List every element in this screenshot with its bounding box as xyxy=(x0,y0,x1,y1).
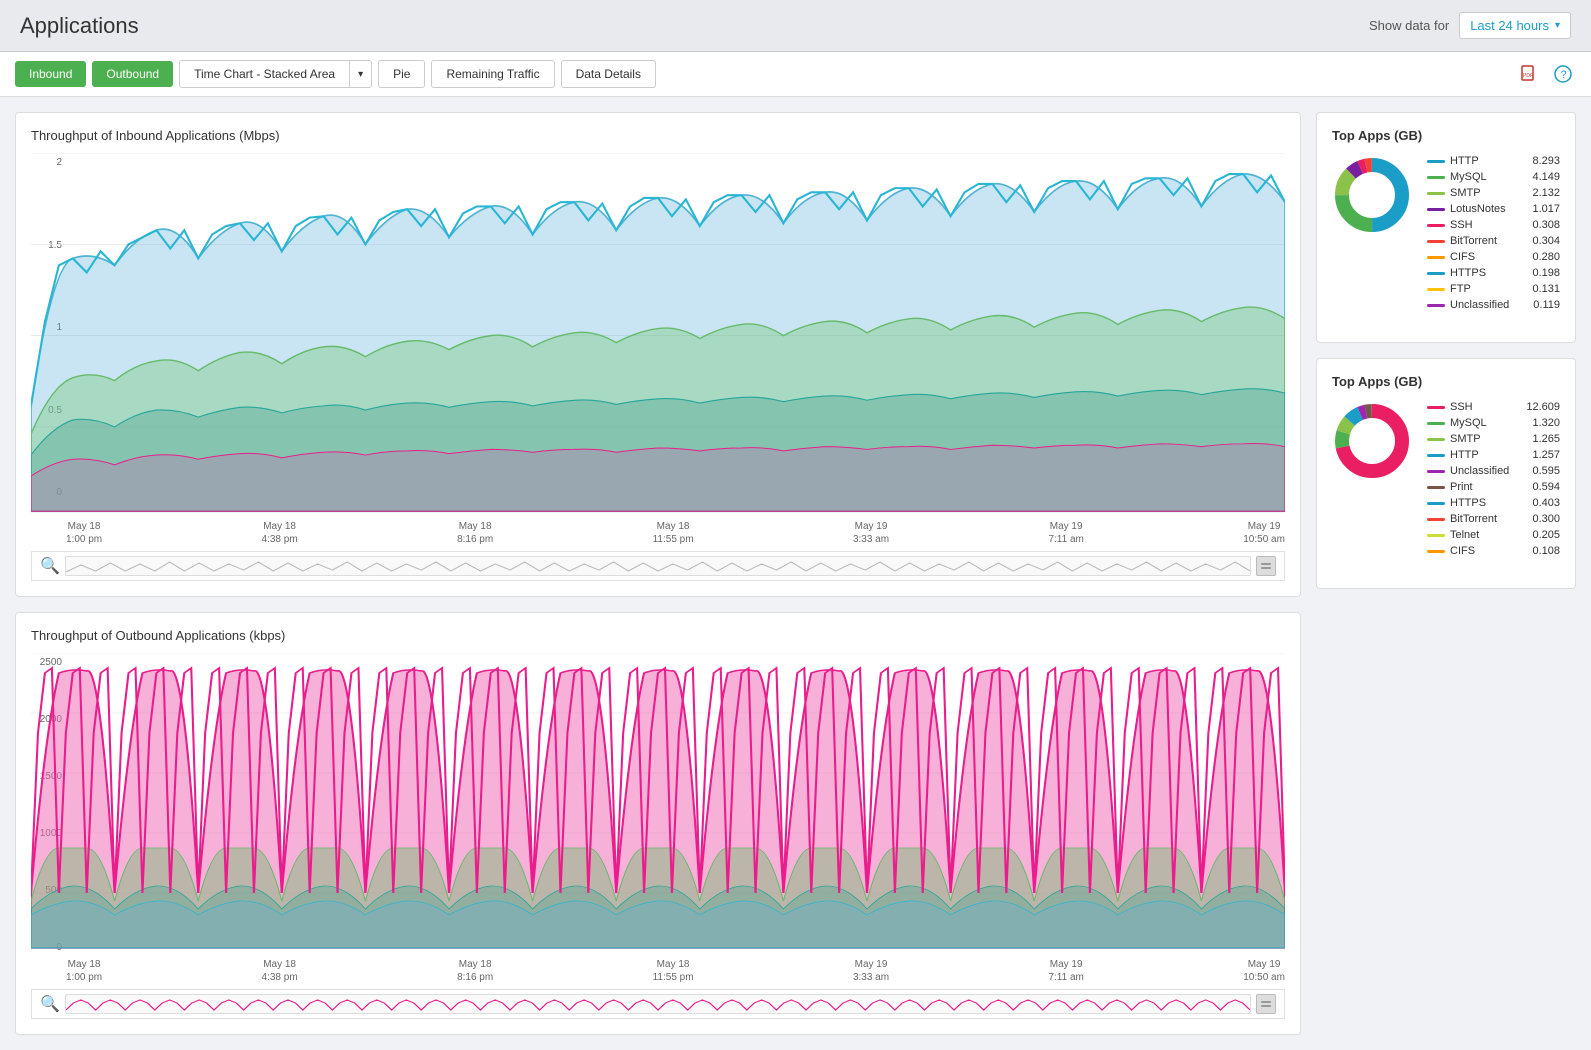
help-icon[interactable]: ? xyxy=(1550,61,1576,87)
outbound-legend-item-cifs: CIFS 0.108 xyxy=(1427,545,1560,557)
inbound-chart-area xyxy=(31,153,1285,518)
header-right: Show data for Last 24 hours ▾ xyxy=(1369,12,1571,39)
inbound-donut xyxy=(1332,155,1412,235)
outbound-legend-item-https: HTTPS 0.403 xyxy=(1427,497,1560,509)
outbound-legend-section: Top Apps (GB) xyxy=(1316,358,1576,589)
inbound-button[interactable]: Inbound xyxy=(15,61,86,87)
page-title: Applications xyxy=(20,13,139,39)
inbound-chart-section: Throughput of Inbound Applications (Mbps… xyxy=(15,112,1301,597)
ftp-color xyxy=(1427,288,1445,291)
outbound-legend-item-bittorrent: BitTorrent 0.300 xyxy=(1427,513,1560,525)
svg-text:?: ? xyxy=(1561,69,1567,81)
inbound-legend-item-http: HTTP 8.293 xyxy=(1427,155,1560,167)
inbound-zoom-icon[interactable]: 🔍 xyxy=(40,556,60,576)
data-details-button[interactable]: Data Details xyxy=(561,60,656,88)
unclassified-color xyxy=(1427,304,1445,307)
outbound-legend-title: Top Apps (GB) xyxy=(1332,374,1560,389)
outbound-legend-item-unclassified: Unclassified 0.595 xyxy=(1427,465,1560,477)
outbound-legend-items: SSH 12.609 MySQL 1.320 xyxy=(1427,401,1560,561)
inbound-legend-item-https: HTTPS 0.198 xyxy=(1427,267,1560,279)
inbound-legend-title: Top Apps (GB) xyxy=(1332,128,1560,143)
https-color xyxy=(1427,272,1445,275)
svg-text:PDF: PDF xyxy=(1523,73,1533,79)
outbound-chart-area xyxy=(31,653,1285,956)
inbound-chart-footer: 🔍 xyxy=(31,551,1285,581)
outbound-button[interactable]: Outbound xyxy=(92,61,173,87)
outbound-scroll-track[interactable] xyxy=(65,994,1251,1014)
outbound-chart-footer: 🔍 xyxy=(31,989,1285,1019)
outbound-zoom-icon[interactable]: 🔍 xyxy=(40,994,60,1014)
inbound-chart-title: Throughput of Inbound Applications (Mbps… xyxy=(31,128,1285,143)
toolbar: Inbound Outbound Time Chart - Stacked Ar… xyxy=(0,52,1591,97)
chevron-down-icon: ▾ xyxy=(1555,20,1560,31)
cifs-color xyxy=(1427,256,1445,259)
header: Applications Show data for Last 24 hours… xyxy=(0,0,1591,52)
inbound-chart-svg xyxy=(31,153,1285,518)
inbound-legend-items: HTTP 8.293 MySQL 4.149 xyxy=(1427,155,1560,315)
outbound-legend-item-telnet: Telnet 0.205 xyxy=(1427,529,1560,541)
legends-column: Top Apps (GB) xyxy=(1316,112,1576,1035)
time-range-dropdown[interactable]: Last 24 hours ▾ xyxy=(1459,12,1571,39)
toolbar-icons: PDF ? xyxy=(1516,61,1576,87)
outbound-legend-item-http: HTTP 1.257 xyxy=(1427,449,1560,461)
outbound-x-axis: May 181:00 pm May 184:38 pm May 188:16 p… xyxy=(31,956,1285,984)
outbound-legend-item-mysql: MySQL 1.320 xyxy=(1427,417,1560,429)
show-data-label: Show data for xyxy=(1369,18,1449,33)
charts-column: Throughput of Inbound Applications (Mbps… xyxy=(15,112,1301,1035)
pie-button[interactable]: Pie xyxy=(378,60,425,88)
inbound-scroll-handle[interactable] xyxy=(1256,556,1276,576)
outbound-legend-item-ssh: SSH 12.609 xyxy=(1427,401,1560,413)
remaining-traffic-button[interactable]: Remaining Traffic xyxy=(431,60,554,88)
outbound-donut-row: SSH 12.609 MySQL 1.320 xyxy=(1332,401,1560,561)
lotusnotes-color xyxy=(1427,208,1445,211)
mysql-color xyxy=(1427,176,1445,179)
inbound-legend-section: Top Apps (GB) xyxy=(1316,112,1576,343)
smtp-color xyxy=(1427,192,1445,195)
time-range-value: Last 24 hours xyxy=(1470,18,1549,33)
inbound-legend-item-cifs: CIFS 0.280 xyxy=(1427,251,1560,263)
http-color xyxy=(1427,160,1445,163)
inbound-x-axis: May 181:00 pm May 184:38 pm May 188:16 p… xyxy=(31,518,1285,546)
inbound-legend-item-smtp: SMTP 2.132 xyxy=(1427,187,1560,199)
outbound-chart-svg xyxy=(31,653,1285,953)
chart-type-group: Time Chart - Stacked Area ▾ xyxy=(179,60,372,88)
ssh-color xyxy=(1427,224,1445,227)
outbound-scroll-handle[interactable] xyxy=(1256,994,1276,1014)
main-content: Throughput of Inbound Applications (Mbps… xyxy=(0,97,1591,1050)
outbound-chart-title: Throughput of Outbound Applications (kbp… xyxy=(31,628,1285,643)
bittorrent-color xyxy=(1427,240,1445,243)
inbound-legend-item-mysql: MySQL 4.149 xyxy=(1427,171,1560,183)
inbound-legend-item-lotusnotes: LotusNotes 1.017 xyxy=(1427,203,1560,215)
inbound-legend-item-ftp: FTP 0.131 xyxy=(1427,283,1560,295)
chart-type-button[interactable]: Time Chart - Stacked Area xyxy=(180,61,350,87)
outbound-legend-item-smtp: SMTP 1.265 xyxy=(1427,433,1560,445)
inbound-donut-row: HTTP 8.293 MySQL 4.149 xyxy=(1332,155,1560,315)
inbound-legend-item-unclassified: Unclassified 0.119 xyxy=(1427,299,1560,311)
outbound-legend-item-print: Print 0.594 xyxy=(1427,481,1560,493)
inbound-legend-item-ssh: SSH 0.308 xyxy=(1427,219,1560,231)
chart-type-arrow[interactable]: ▾ xyxy=(350,63,371,86)
outbound-chart-section: Throughput of Outbound Applications (kbp… xyxy=(15,612,1301,1035)
outbound-donut xyxy=(1332,401,1412,481)
inbound-scroll-track[interactable] xyxy=(65,556,1251,576)
inbound-legend-item-bittorrent: BitTorrent 0.304 xyxy=(1427,235,1560,247)
pdf-icon[interactable]: PDF xyxy=(1516,61,1542,87)
